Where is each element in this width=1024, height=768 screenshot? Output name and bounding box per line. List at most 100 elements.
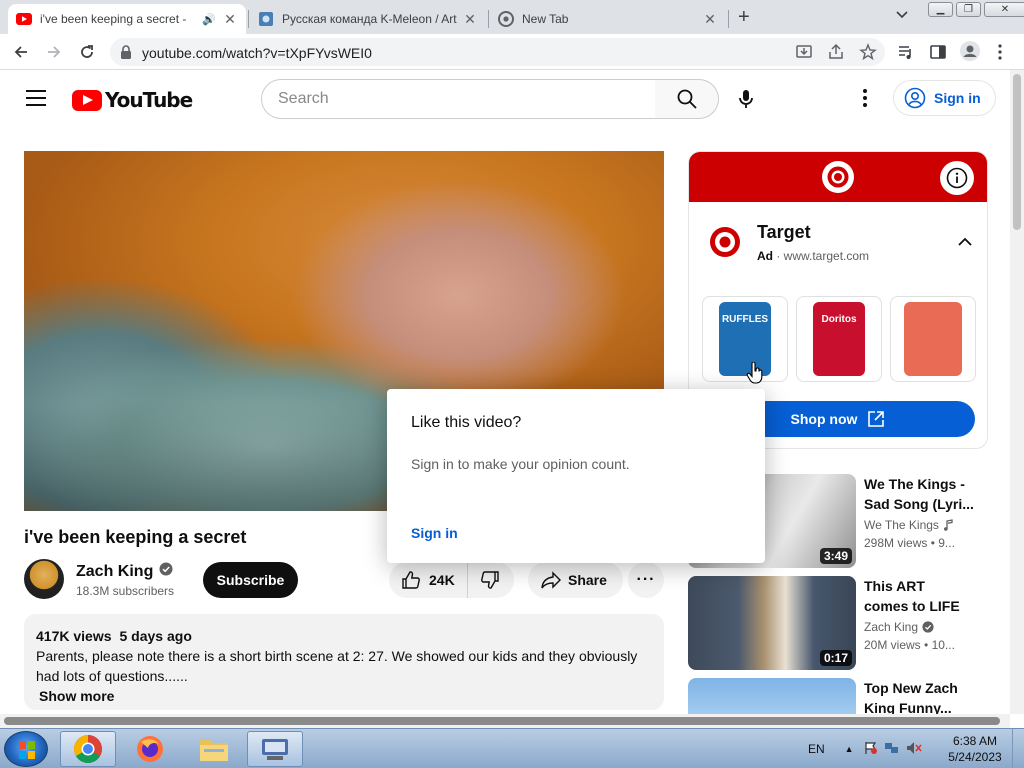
- description-text: Parents, please note there is a short bi…: [36, 648, 638, 684]
- network-icon[interactable]: [884, 741, 900, 758]
- share-button[interactable]: Share: [528, 562, 623, 598]
- video-thumbnail[interactable]: 0:17: [688, 576, 856, 670]
- url-text: youtube.com/watch?v=tXpFYvsWEI0: [142, 45, 372, 61]
- ad-badge: Ad: [757, 249, 773, 263]
- firefox-icon: [137, 736, 163, 762]
- channel-name-row[interactable]: Zach King: [76, 562, 173, 581]
- recommended-views: 298M views • 9...: [864, 536, 955, 550]
- horizontal-scroll-thumb[interactable]: [4, 717, 1000, 725]
- like-count: 24K: [429, 572, 455, 588]
- settings-kebab-icon[interactable]: [856, 89, 874, 110]
- thumbs-up-icon: [402, 571, 420, 589]
- ad-product-doritos[interactable]: Doritos: [796, 296, 882, 382]
- popup-heading: Like this video?: [411, 414, 522, 431]
- video-duration: 0:17: [819, 650, 852, 666]
- clock-date: 5/24/2023: [948, 750, 1002, 764]
- show-more-link[interactable]: Show more: [39, 686, 652, 706]
- recommended-video-title[interactable]: We The Kings - Sad Song (Lyri...: [864, 474, 976, 514]
- like-signin-popup: Like this video? Sign in to make your op…: [387, 389, 765, 563]
- sign-in-button[interactable]: Sign in: [893, 80, 996, 116]
- close-window-icon[interactable]: ✕: [984, 2, 1024, 17]
- search-input[interactable]: [262, 80, 655, 118]
- forward-arrow-icon[interactable]: [43, 41, 65, 63]
- subscribe-button[interactable]: Subscribe: [203, 562, 298, 598]
- video-title: i've been keeping a secret: [24, 527, 247, 547]
- media-controls-icon[interactable]: [897, 43, 915, 66]
- tab-new-tab[interactable]: New Tab ✕: [490, 4, 726, 34]
- address-bar[interactable]: youtube.com/watch?v=tXpFYvsWEI0: [110, 38, 885, 66]
- share-page-icon[interactable]: [827, 43, 845, 66]
- search-button[interactable]: [655, 79, 719, 119]
- ad-product-snack-box[interactable]: [890, 296, 976, 382]
- taskbar-osk[interactable]: [247, 731, 303, 767]
- taskbar-chrome[interactable]: [60, 731, 116, 767]
- back-arrow-icon[interactable]: [10, 41, 32, 63]
- tab-kmeleon[interactable]: Русская команда K-Meleon / Art ✕: [250, 4, 486, 34]
- language-indicator[interactable]: EN: [808, 742, 825, 756]
- profile-avatar-icon[interactable]: [960, 41, 980, 66]
- side-panel-icon[interactable]: [929, 43, 947, 66]
- youtube-masthead: YouTube Sign in: [0, 70, 1010, 126]
- show-hidden-icons-icon[interactable]: ▲: [845, 744, 854, 754]
- tab-title: New Tab: [522, 12, 569, 26]
- recommended-video[interactable]: Top New Zach King Funny...: [688, 678, 988, 714]
- channel-avatar[interactable]: [24, 559, 64, 599]
- install-app-icon[interactable]: [795, 43, 813, 66]
- dislike-button[interactable]: [468, 562, 514, 598]
- popup-body: Sign in to make your opinion count.: [411, 456, 630, 472]
- recommended-video-title[interactable]: This ART comes to LIFE: [864, 576, 976, 616]
- action-center-flag-icon[interactable]: [864, 741, 878, 758]
- like-button[interactable]: 24K: [389, 562, 468, 598]
- tab-youtube[interactable]: i've been keeping a secret - 🔊 ✕: [8, 4, 246, 34]
- search-icon: [677, 89, 697, 109]
- recommended-video-title[interactable]: Top New Zach King Funny...: [864, 678, 976, 714]
- target-logo-icon[interactable]: [709, 226, 741, 263]
- browser-toolbar: youtube.com/watch?v=tXpFYvsWEI0: [0, 34, 1024, 70]
- lock-icon[interactable]: [120, 45, 132, 64]
- channel-name[interactable]: Zach King: [76, 563, 153, 581]
- hamburger-menu-icon[interactable]: [26, 90, 46, 111]
- sign-in-label: Sign in: [934, 90, 981, 106]
- collapse-chevron-up-icon[interactable]: [957, 234, 973, 252]
- taskbar-firefox[interactable]: [122, 731, 178, 767]
- tab-search-chevron-icon[interactable]: [896, 8, 908, 22]
- taskbar-explorer[interactable]: [186, 731, 242, 767]
- youtube-logo[interactable]: YouTube: [72, 88, 193, 112]
- clock-time: 6:38 AM: [952, 734, 998, 748]
- reload-icon[interactable]: [76, 41, 98, 63]
- vertical-scrollbar[interactable]: [1010, 70, 1024, 714]
- tab-separator: [488, 10, 489, 28]
- ad-advertiser-name[interactable]: Target: [757, 222, 811, 243]
- ad-banner[interactable]: [689, 152, 987, 202]
- new-tab-plus-icon[interactable]: +: [738, 6, 750, 29]
- voice-search-mic-icon[interactable]: [734, 87, 758, 116]
- restore-window-icon[interactable]: ❐: [956, 2, 981, 17]
- recommended-video[interactable]: 0:17 This ART comes to LIFE Zach King 20…: [688, 576, 988, 670]
- bookmark-star-icon[interactable]: [859, 43, 877, 66]
- vertical-scroll-thumb[interactable]: [1013, 74, 1021, 230]
- external-link-icon: [868, 411, 885, 427]
- folder-icon: [200, 740, 228, 761]
- close-tab-icon[interactable]: ✕: [462, 11, 478, 28]
- view-count: 417K views: [36, 628, 112, 644]
- start-button-windows-icon[interactable]: [4, 731, 48, 767]
- video-thumbnail[interactable]: [688, 678, 856, 714]
- horizontal-scrollbar[interactable]: [0, 714, 1010, 728]
- product-image: [904, 302, 962, 376]
- volume-muted-icon[interactable]: [906, 741, 922, 758]
- description-box[interactable]: 417K views 5 days ago Parents, please not…: [24, 614, 664, 710]
- browser-menu-icon[interactable]: [997, 43, 1003, 66]
- ad-product-ruffles[interactable]: RUFFLES: [702, 296, 788, 382]
- kmeleon-favicon-icon: [258, 11, 274, 27]
- search-box: [261, 79, 656, 119]
- popup-sign-in-link[interactable]: Sign in: [411, 525, 458, 541]
- close-tab-icon[interactable]: ✕: [702, 11, 718, 28]
- more-actions-button[interactable]: ···: [628, 562, 664, 598]
- minimize-window-icon[interactable]: ▁: [928, 2, 953, 17]
- close-tab-icon[interactable]: ✕: [222, 11, 238, 28]
- taskbar-clock[interactable]: 6:38 AM 5/24/2023: [944, 733, 1006, 765]
- ad-info-icon[interactable]: [940, 161, 974, 195]
- show-desktop-button[interactable]: [1012, 729, 1024, 768]
- account-circle-icon: [904, 87, 926, 109]
- audio-playing-icon[interactable]: 🔊: [202, 13, 216, 26]
